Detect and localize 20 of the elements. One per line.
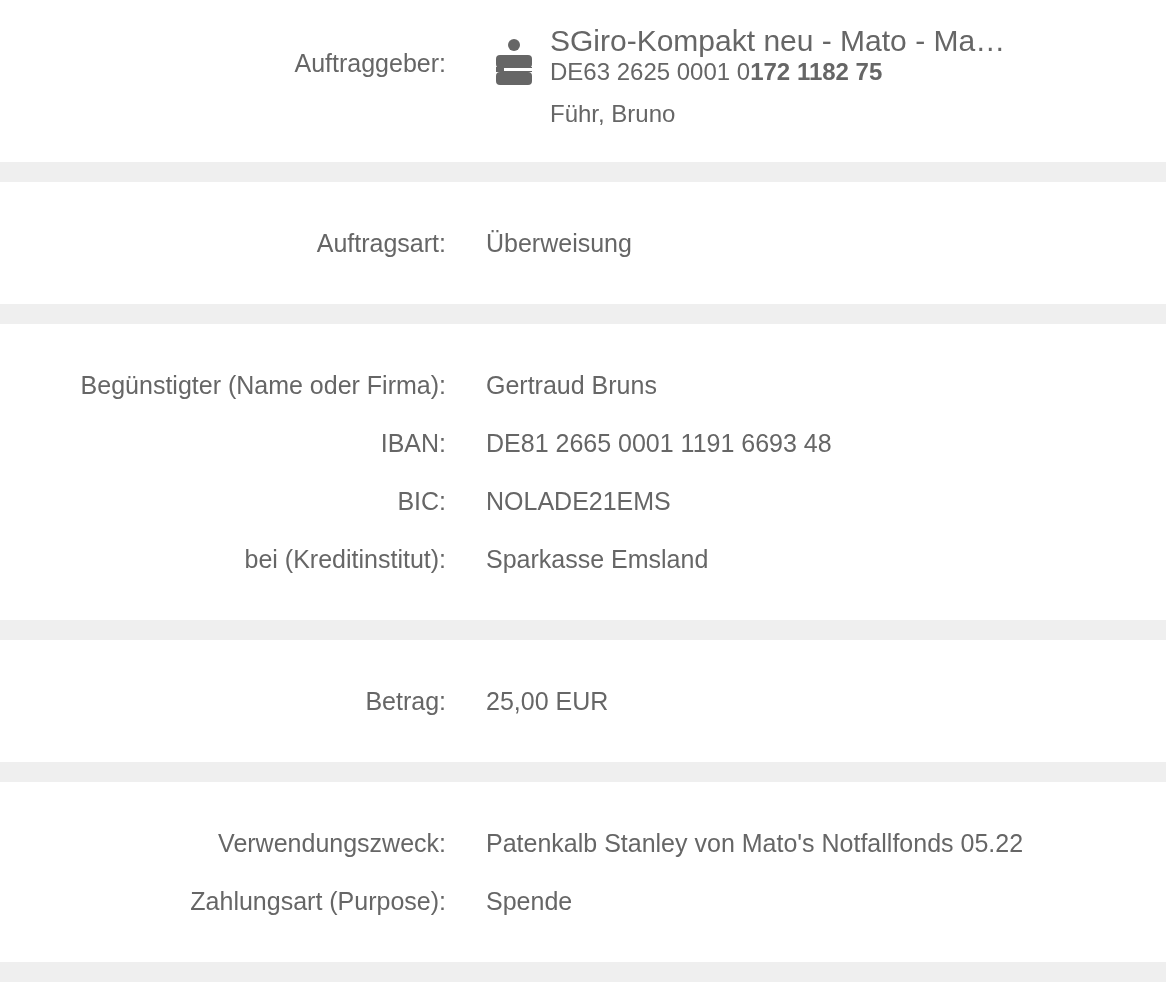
field-value: Spende [486,886,573,917]
field-label: Betrag: [365,686,446,717]
field-value: DE81 2665 0001 1191 6693 48 [486,428,832,459]
field-label: Auftraggeber: [294,48,446,78]
account-iban: DE63 2625 0001 0172 1182 75 [550,58,884,86]
field-label: IBAN: [380,428,446,459]
field-value: 25,00 EUR [486,686,609,717]
field-value: Sparkasse Emsland [486,544,709,575]
field-value: Patenkalb Stanley von Mato's Notfallfonds 05.22 [486,828,1024,859]
field-label: Zahlungsart (Purpose): [190,886,446,917]
field-label: BIC: [397,486,446,517]
account-name: SGiro-Kompakt neu - Mato - Ma… [550,24,1007,58]
field-label: Begünstigter (Name oder Firma): [80,370,446,401]
field-value: NOLADE21EMS [486,486,671,517]
field-label: Auftragsart: [316,228,446,259]
field-value: Gertraud Bruns [486,370,657,401]
field-label: bei (Kreditinstitut): [244,544,446,575]
account-holder: Führ, Bruno [550,100,677,128]
field-label: Verwendungszweck: [218,828,446,859]
field-value: Überweisung [486,228,632,259]
